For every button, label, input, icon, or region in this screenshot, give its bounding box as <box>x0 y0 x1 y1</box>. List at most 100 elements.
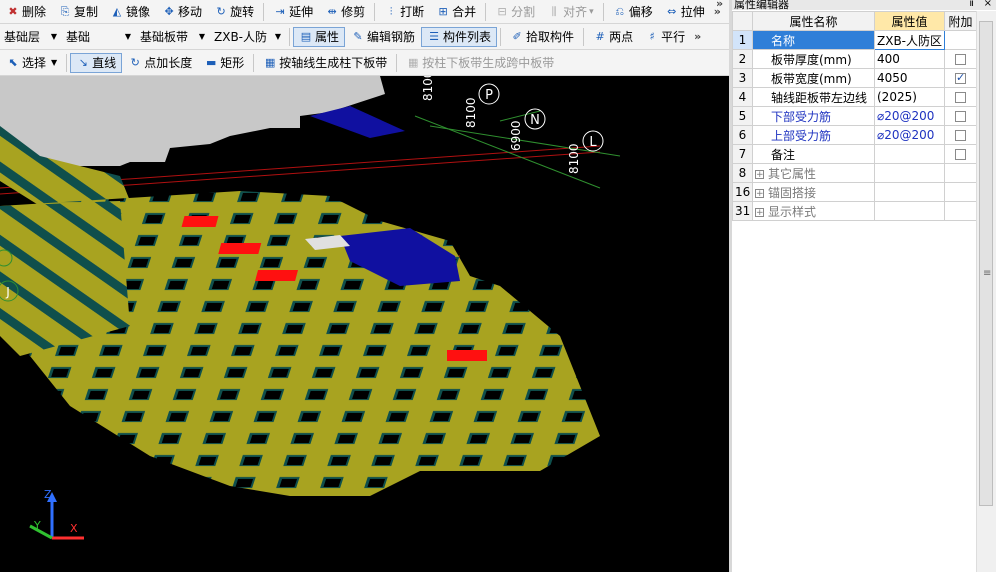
property-extra <box>944 49 977 69</box>
offset-button[interactable]: ⎌ 偏移 <box>607 2 659 22</box>
attach-checkbox[interactable] <box>955 130 966 141</box>
pick-button[interactable]: ✐ 拾取构件 <box>504 27 580 47</box>
mirror-label: 镜像 <box>126 5 151 19</box>
mirror-button[interactable]: ◭ 镜像 <box>104 2 156 22</box>
property-editor-title: 属性编辑器 <box>732 0 996 10</box>
property-name: 轴线距板带左边线 <box>752 87 875 107</box>
property-value[interactable] <box>874 144 945 164</box>
split-button[interactable]: ⊟ 分割 <box>489 2 541 22</box>
red-highlight-2 <box>218 243 262 254</box>
point-length-button[interactable]: ↻ 点加长度 <box>122 53 198 73</box>
property-editor-panel: 属性编辑器 » ⅱ × 属性名称 属性值 附加 1 名称 ZXB-人防区 2 板带厚度(… <box>716 0 996 572</box>
toolbar-divider <box>289 27 290 46</box>
property-row[interactable]: 6 上部受力筋 ⌀20@200 <box>732 125 977 145</box>
axis-strip-icon: ▦ <box>265 56 276 69</box>
axis-label-p: P <box>485 88 493 103</box>
rectangle-button[interactable]: ▬ 矩形 <box>198 53 250 73</box>
delete-button[interactable]: ✖ 删除 <box>0 2 52 22</box>
property-row[interactable]: 7 备注 <box>732 144 977 164</box>
expand-icon[interactable]: + <box>755 207 764 217</box>
property-row[interactable]: 4 轴线距板带左边线 (2025) <box>732 87 977 107</box>
attach-checkbox[interactable] <box>955 71 966 84</box>
delete-icon: ✖ <box>8 5 18 18</box>
edit-rebar-button[interactable]: ✎ 编辑钢筋 <box>345 27 421 47</box>
break-button[interactable]: ⫶ 打断 <box>378 2 430 22</box>
property-value[interactable]: 400 <box>874 49 945 69</box>
property-row[interactable]: 1 名称 ZXB-人防区 <box>732 30 977 50</box>
property-row[interactable]: 8 + 其它属性 <box>732 163 977 183</box>
select-label: 选择 <box>22 56 47 70</box>
attach-checkbox[interactable] <box>955 111 966 122</box>
property-value[interactable]: 4050 <box>874 68 945 88</box>
trim-button[interactable]: ⇹ 修剪 <box>319 2 371 22</box>
merge-button[interactable]: ⊞ 合并 <box>430 2 482 22</box>
category-combo[interactable]: 基础 ▼ <box>62 27 134 47</box>
copy-icon: ⎘ <box>60 4 70 18</box>
attach-checkbox[interactable] <box>955 92 966 103</box>
component-combo[interactable]: ZXB-人防 ▼ <box>210 27 284 47</box>
edit-rebar-label: 编辑钢筋 <box>367 30 416 44</box>
collapse-panel-icon[interactable]: » <box>716 0 723 10</box>
line-button[interactable]: ↘ 直线 <box>70 52 123 73</box>
axis-strip-button[interactable]: ▦ 按轴线生成柱下板带 <box>257 53 393 73</box>
property-row[interactable]: 31 + 显示样式 <box>732 201 977 221</box>
property-row[interactable]: 2 板带厚度(mm) 400 <box>732 49 977 69</box>
property-row[interactable]: 16 + 锚固搭接 <box>732 182 977 202</box>
panel-scrollbar[interactable]: ≡ <box>976 11 996 572</box>
parallel-axis-icon: ♯ <box>649 30 655 43</box>
align-label: 对齐 <box>563 5 588 19</box>
property-name-text: 板带宽度(mm) <box>771 71 852 86</box>
align-button[interactable]: ⫼ 对齐 ▾ <box>541 2 600 22</box>
mirror-icon: ◭ <box>112 5 122 18</box>
mid-strip-button[interactable]: ▦ 按柱下板带生成跨中板带 <box>400 53 560 73</box>
red-highlight-4 <box>447 350 487 361</box>
property-name: 名称 <box>752 30 875 50</box>
parallel-axis-button[interactable]: ♯ 平行 <box>639 27 691 47</box>
move-button[interactable]: ✥ 移动 <box>156 2 208 22</box>
property-value[interactable]: ⌀20@200 <box>874 125 945 145</box>
expand-icon[interactable]: + <box>755 188 764 198</box>
property-extra <box>944 144 977 164</box>
component-list-button[interactable]: ☰ 构件列表 <box>421 26 498 47</box>
property-extra <box>944 125 977 145</box>
rectangle-label: 矩形 <box>220 56 245 70</box>
trim-label: 修剪 <box>341 5 366 19</box>
property-extra <box>944 182 977 202</box>
property-row[interactable]: 5 下部受力筋 ⌀20@200 <box>732 106 977 126</box>
property-value <box>874 163 945 183</box>
move-icon: ✥ <box>164 5 174 18</box>
pin-icon[interactable]: ⅱ <box>969 0 974 9</box>
copy-button[interactable]: ⎘ 复制 <box>52 2 104 22</box>
attach-checkbox[interactable] <box>955 54 966 65</box>
floor-combo[interactable]: 基础层 ▼ <box>0 27 60 47</box>
extend-label: 延伸 <box>289 5 314 19</box>
stretch-label: 拉伸 <box>680 5 705 19</box>
property-value[interactable]: ZXB-人防区 <box>874 30 945 50</box>
model-viewport[interactable]: P N L 8100 8100 6900 8100 J Z X Y <box>0 76 729 572</box>
axis-z-label: Z <box>44 488 52 501</box>
toolbar-divider <box>583 27 585 46</box>
property-name-text: 备注 <box>771 147 796 162</box>
select-button[interactable]: ⬉ 选择 ▼ <box>0 53 63 73</box>
chevron-down-icon: ▾ <box>589 6 594 17</box>
close-icon[interactable]: × <box>984 0 992 9</box>
toolbar-overflow-icon[interactable]: » <box>691 30 704 43</box>
header-index <box>732 11 753 31</box>
property-row[interactable]: 3 板带宽度(mm) 4050 <box>732 68 977 88</box>
attach-checkbox[interactable] <box>955 149 966 160</box>
stretch-button[interactable]: ⇔ 拉伸 <box>659 2 711 22</box>
property-value[interactable]: (2025) <box>874 87 945 107</box>
expand-icon[interactable]: + <box>755 169 764 179</box>
scrollbar-thumb[interactable]: ≡ <box>979 21 993 506</box>
rotate-button[interactable]: ↻ 旋转 <box>208 2 260 22</box>
axis-label-n: N <box>530 113 540 128</box>
property-extra <box>944 30 977 50</box>
property-name: 上部受力筋 <box>752 125 875 145</box>
extend-button[interactable]: ⇥ 延伸 <box>267 2 319 22</box>
chevron-down-icon: ▼ <box>51 58 58 67</box>
two-point-axis-button[interactable]: # 两点 <box>587 27 639 47</box>
model-canvas[interactable]: P N L 8100 8100 6900 8100 J Z X Y <box>0 76 729 572</box>
property-button[interactable]: ▤ 属性 <box>293 26 346 47</box>
type-combo[interactable]: 基础板带 ▼ <box>136 27 208 47</box>
property-value[interactable]: ⌀20@200 <box>874 106 945 126</box>
